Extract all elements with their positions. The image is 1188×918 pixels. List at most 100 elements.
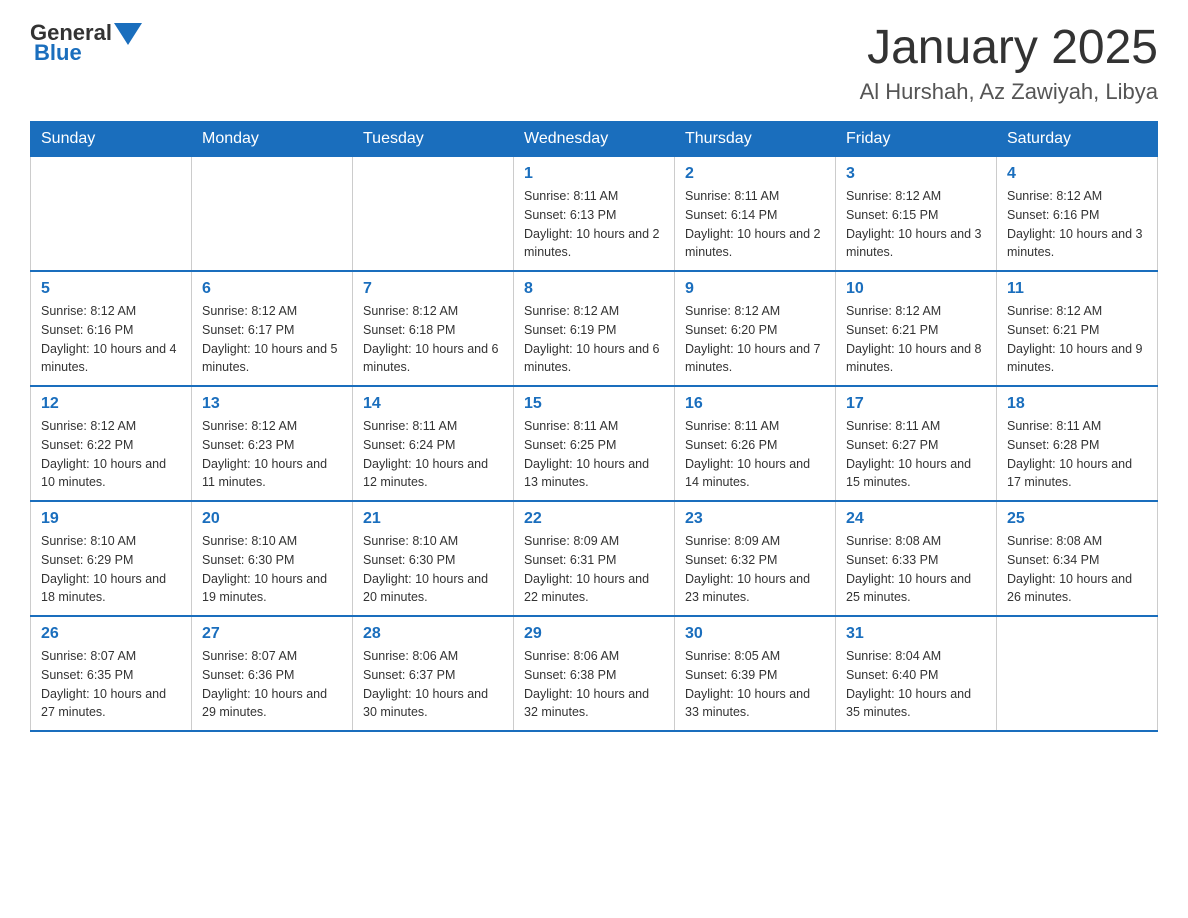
calendar-cell: 24Sunrise: 8:08 AMSunset: 6:33 PMDayligh… (836, 501, 997, 616)
calendar-header: SundayMondayTuesdayWednesdayThursdayFrid… (31, 122, 1158, 157)
day-info: Sunrise: 8:09 AMSunset: 6:31 PMDaylight:… (524, 532, 664, 607)
day-number: 13 (202, 395, 342, 413)
day-number: 10 (846, 280, 986, 298)
day-number: 2 (685, 165, 825, 183)
day-number: 21 (363, 510, 503, 528)
calendar-cell: 4 Sunrise: 8:12 AMSunset: 6:16 PMDaylight… (997, 157, 1158, 272)
day-info: Sunrise: 8:07 AMSunset: 6:35 PMDaylight:… (41, 647, 181, 722)
day-number: 26 (41, 625, 181, 643)
calendar-cell: 22 Sunrise: 8:09 AMSunset: 6:31 PMDayligh… (514, 501, 675, 616)
day-header-monday: Monday (192, 122, 353, 157)
day-header-saturday: Saturday (997, 122, 1158, 157)
calendar-cell: 19 Sunrise: 8:10 AMSunset: 6:29 PMDayligh… (31, 501, 192, 616)
day-info: Sunrise: 8:08 AMSunset: 6:33 PMDaylight:… (846, 532, 986, 607)
calendar-cell: 26 Sunrise: 8:07 AMSunset: 6:35 PMDayligh… (31, 616, 192, 731)
day-number: 17 (846, 395, 986, 413)
calendar-cell: 30Sunrise: 8:05 AMSunset: 6:39 PMDayligh… (675, 616, 836, 731)
day-header-wednesday: Wednesday (514, 122, 675, 157)
day-number: 28 (363, 625, 503, 643)
calendar-cell: 15 Sunrise: 8:11 AMSunset: 6:25 PMDayligh… (514, 386, 675, 501)
day-header-friday: Friday (836, 122, 997, 157)
day-info: Sunrise: 8:10 AMSunset: 6:30 PMDaylight:… (202, 532, 342, 607)
day-info: Sunrise: 8:12 AMSunset: 6:18 PMDaylight:… (363, 302, 503, 377)
day-info: Sunrise: 8:12 AMSunset: 6:20 PMDaylight:… (685, 302, 825, 377)
day-info: Sunrise: 8:05 AMSunset: 6:39 PMDaylight:… (685, 647, 825, 722)
day-info: Sunrise: 8:11 AMSunset: 6:25 PMDaylight:… (524, 417, 664, 492)
day-info: Sunrise: 8:12 AMSunset: 6:22 PMDaylight:… (41, 417, 181, 492)
calendar-cell: 17 Sunrise: 8:11 AMSunset: 6:27 PMDayligh… (836, 386, 997, 501)
day-info: Sunrise: 8:12 AMSunset: 6:21 PMDaylight:… (846, 302, 986, 377)
day-number: 5 (41, 280, 181, 298)
day-number: 22 (524, 510, 664, 528)
calendar-body: 1Sunrise: 8:11 AMSunset: 6:13 PMDaylight… (31, 157, 1158, 732)
day-header-tuesday: Tuesday (353, 122, 514, 157)
calendar-cell: 18 Sunrise: 8:11 AMSunset: 6:28 PMDayligh… (997, 386, 1158, 501)
calendar-cell: 11 Sunrise: 8:12 AMSunset: 6:21 PMDayligh… (997, 271, 1158, 386)
calendar-cell: 1Sunrise: 8:11 AMSunset: 6:13 PMDaylight… (514, 157, 675, 272)
calendar-cell (353, 157, 514, 272)
day-number: 9 (685, 280, 825, 298)
day-info: Sunrise: 8:06 AMSunset: 6:37 PMDaylight:… (363, 647, 503, 722)
day-info: Sunrise: 8:12 AMSunset: 6:16 PMDaylight:… (41, 302, 181, 377)
day-number: 11 (1007, 280, 1147, 298)
calendar-cell (192, 157, 353, 272)
day-info: Sunrise: 8:08 AMSunset: 6:34 PMDaylight:… (1007, 532, 1147, 607)
calendar-table: SundayMondayTuesdayWednesdayThursdayFrid… (30, 121, 1158, 732)
day-number: 25 (1007, 510, 1147, 528)
day-info: Sunrise: 8:07 AMSunset: 6:36 PMDaylight:… (202, 647, 342, 722)
day-info: Sunrise: 8:04 AMSunset: 6:40 PMDaylight:… (846, 647, 986, 722)
day-number: 31 (846, 625, 986, 643)
day-number: 8 (524, 280, 664, 298)
day-header-thursday: Thursday (675, 122, 836, 157)
calendar-subtitle: Al Hurshah, Az Zawiyah, Libya (860, 79, 1158, 105)
day-info: Sunrise: 8:11 AMSunset: 6:26 PMDaylight:… (685, 417, 825, 492)
calendar-cell: 25 Sunrise: 8:08 AMSunset: 6:34 PMDayligh… (997, 501, 1158, 616)
calendar-cell: 2 Sunrise: 8:11 AMSunset: 6:14 PMDaylight… (675, 157, 836, 272)
day-info: Sunrise: 8:12 AMSunset: 6:16 PMDaylight:… (1007, 187, 1147, 262)
day-info: Sunrise: 8:09 AMSunset: 6:32 PMDaylight:… (685, 532, 825, 607)
day-info: Sunrise: 8:10 AMSunset: 6:30 PMDaylight:… (363, 532, 503, 607)
day-number: 27 (202, 625, 342, 643)
day-number: 14 (363, 395, 503, 413)
logo-triangle-icon (114, 23, 142, 45)
day-number: 4 (1007, 165, 1147, 183)
logo: General Blue (30, 20, 142, 66)
day-number: 15 (524, 395, 664, 413)
day-info: Sunrise: 8:11 AMSunset: 6:28 PMDaylight:… (1007, 417, 1147, 492)
calendar-cell: 23Sunrise: 8:09 AMSunset: 6:32 PMDayligh… (675, 501, 836, 616)
day-info: Sunrise: 8:11 AMSunset: 6:27 PMDaylight:… (846, 417, 986, 492)
calendar-cell: 5 Sunrise: 8:12 AMSunset: 6:16 PMDaylight… (31, 271, 192, 386)
week-row-3: 12Sunrise: 8:12 AMSunset: 6:22 PMDayligh… (31, 386, 1158, 501)
calendar-cell: 8 Sunrise: 8:12 AMSunset: 6:19 PMDaylight… (514, 271, 675, 386)
day-info: Sunrise: 8:10 AMSunset: 6:29 PMDaylight:… (41, 532, 181, 607)
day-number: 16 (685, 395, 825, 413)
day-info: Sunrise: 8:12 AMSunset: 6:23 PMDaylight:… (202, 417, 342, 492)
calendar-cell: 29 Sunrise: 8:06 AMSunset: 6:38 PMDayligh… (514, 616, 675, 731)
day-info: Sunrise: 8:12 AMSunset: 6:19 PMDaylight:… (524, 302, 664, 377)
calendar-cell: 10 Sunrise: 8:12 AMSunset: 6:21 PMDayligh… (836, 271, 997, 386)
week-row-1: 1Sunrise: 8:11 AMSunset: 6:13 PMDaylight… (31, 157, 1158, 272)
day-info: Sunrise: 8:11 AMSunset: 6:24 PMDaylight:… (363, 417, 503, 492)
day-info: Sunrise: 8:06 AMSunset: 6:38 PMDaylight:… (524, 647, 664, 722)
day-info: Sunrise: 8:12 AMSunset: 6:17 PMDaylight:… (202, 302, 342, 377)
day-number: 20 (202, 510, 342, 528)
day-number: 7 (363, 280, 503, 298)
calendar-cell: 21 Sunrise: 8:10 AMSunset: 6:30 PMDayligh… (353, 501, 514, 616)
calendar-cell: 9 Sunrise: 8:12 AMSunset: 6:20 PMDaylight… (675, 271, 836, 386)
days-of-week-row: SundayMondayTuesdayWednesdayThursdayFrid… (31, 122, 1158, 157)
day-number: 29 (524, 625, 664, 643)
calendar-cell: 27 Sunrise: 8:07 AMSunset: 6:36 PMDayligh… (192, 616, 353, 731)
calendar-cell: 16 Sunrise: 8:11 AMSunset: 6:26 PMDayligh… (675, 386, 836, 501)
calendar-cell: 12Sunrise: 8:12 AMSunset: 6:22 PMDayligh… (31, 386, 192, 501)
calendar-title: January 2025 (860, 20, 1158, 75)
day-number: 6 (202, 280, 342, 298)
week-row-2: 5 Sunrise: 8:12 AMSunset: 6:16 PMDaylight… (31, 271, 1158, 386)
logo-blue: Blue (34, 40, 82, 66)
day-info: Sunrise: 8:12 AMSunset: 6:21 PMDaylight:… (1007, 302, 1147, 377)
day-number: 18 (1007, 395, 1147, 413)
day-number: 19 (41, 510, 181, 528)
day-info: Sunrise: 8:11 AMSunset: 6:14 PMDaylight:… (685, 187, 825, 262)
calendar-cell: 31 Sunrise: 8:04 AMSunset: 6:40 PMDayligh… (836, 616, 997, 731)
week-row-4: 19 Sunrise: 8:10 AMSunset: 6:29 PMDayligh… (31, 501, 1158, 616)
title-area: January 2025 Al Hurshah, Az Zawiyah, Lib… (860, 20, 1158, 105)
